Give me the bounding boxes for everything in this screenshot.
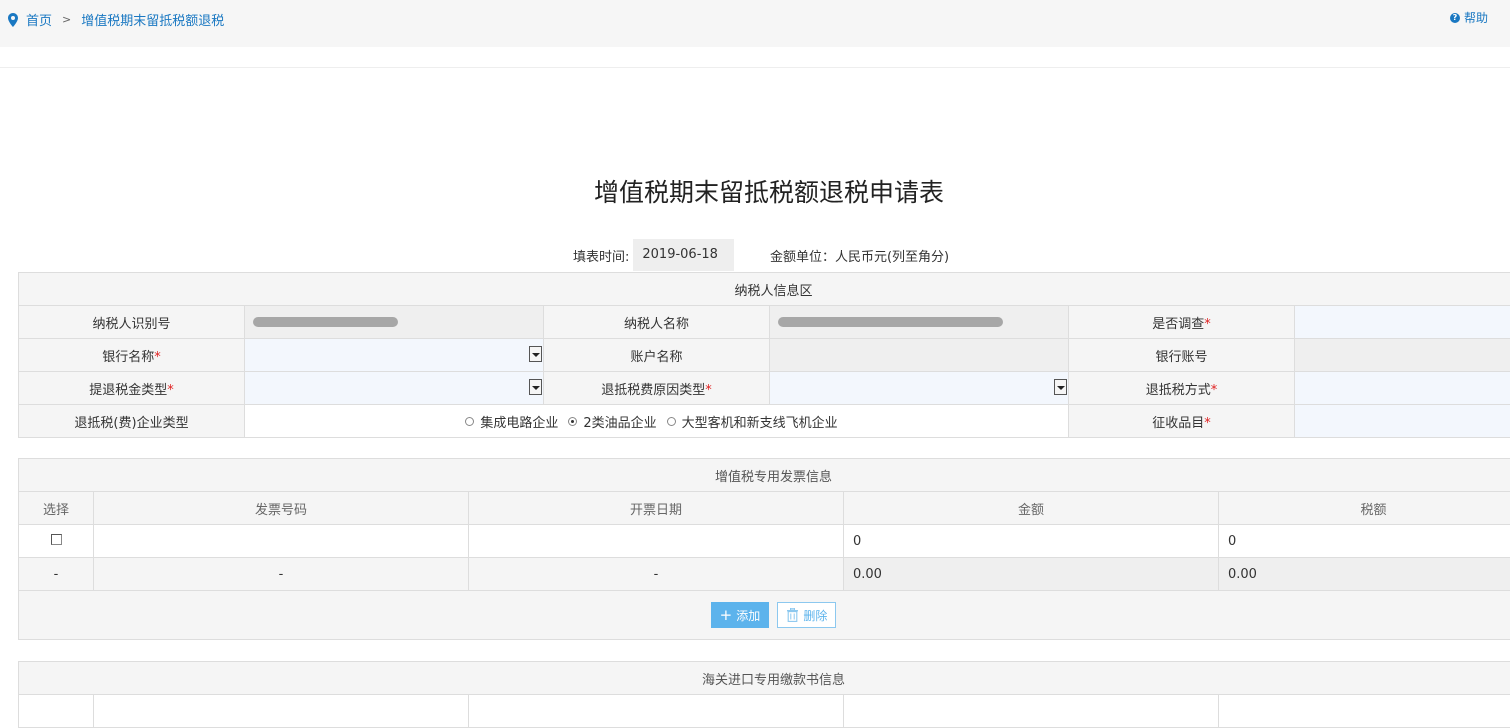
delete-button-label: 删除 <box>803 607 827 624</box>
refund-reason-select[interactable] <box>770 372 1069 405</box>
invoice-section-header: 增值税专用发票信息 <box>19 459 1510 492</box>
enterprise-type-radios: 集成电路企业 2类油品企业 大型客机和新支线飞机企业 <box>245 405 1069 438</box>
enterprise-type-label: 退抵税(费)企业类型 <box>19 405 245 438</box>
taxpayer-id-field <box>245 306 544 339</box>
breadcrumb-home-link[interactable]: 首页 <box>26 10 52 29</box>
radio-oil-products[interactable] <box>568 417 577 426</box>
refund-method-label: 退抵税方式* <box>1069 372 1295 405</box>
help-label: 帮助 <box>1464 9 1488 26</box>
page-title: 增值税期末留抵税额退税申请表 <box>0 173 1510 209</box>
radio-label: 集成电路企业 <box>480 412 558 431</box>
summary-row: - - - 0.00 0.00 <box>19 558 1510 591</box>
add-button[interactable]: + 添加 <box>711 602 770 628</box>
col-invoice-date: 开票日期 <box>469 492 844 525</box>
refund-tax-type-label: 提退税金类型* <box>19 372 245 405</box>
summary-amount: 0.00 <box>844 558 1219 591</box>
bank-account-field <box>1295 339 1510 372</box>
taxpayer-name-label: 纳税人名称 <box>544 306 770 339</box>
top-bar <box>0 0 1510 47</box>
tax-item-select[interactable] <box>1295 405 1510 438</box>
radio-label: 大型客机和新支线飞机企业 <box>682 412 838 431</box>
summary-tax: 0.00 <box>1219 558 1510 591</box>
row-checkbox[interactable] <box>51 534 62 545</box>
customs-table: 海关进口专用缴款书信息 <box>18 661 1510 728</box>
tax-item-label: 征收品目* <box>1069 405 1295 438</box>
form-meta: 填表时间: 2019-06-18 金额单位：人民币元(列至角分) <box>573 239 949 271</box>
invoice-actions: + 添加 删除 <box>19 591 1510 640</box>
col-invoice-number: 发票号码 <box>94 492 469 525</box>
investigation-label: 是否调查* <box>1069 306 1295 339</box>
bank-account-label: 银行账号 <box>1069 339 1295 372</box>
bank-name-select[interactable] <box>245 339 544 372</box>
unit-label: 金额单位：人民币元(列至角分) <box>770 246 949 265</box>
row-select-cell <box>19 525 94 558</box>
radio-aircraft[interactable] <box>667 417 676 426</box>
bank-name-label: 银行名称* <box>19 339 245 372</box>
col-select: 选择 <box>19 492 94 525</box>
invoice-date-input[interactable] <box>469 525 844 558</box>
radio-label: 2类油品企业 <box>583 412 656 431</box>
breadcrumb-separator: > <box>62 13 71 26</box>
trash-icon <box>786 608 799 622</box>
col-amount: 金额 <box>844 492 1219 525</box>
delete-button[interactable]: 删除 <box>777 602 836 628</box>
refund-method-select[interactable] <box>1295 372 1510 405</box>
location-pin-icon <box>8 13 18 27</box>
account-name-field <box>770 339 1069 372</box>
breadcrumb: 首页 > 增值税期末留抵税额退税 <box>8 10 224 29</box>
question-icon: ? <box>1450 13 1460 23</box>
refund-tax-type-select[interactable] <box>245 372 544 405</box>
refund-reason-label: 退抵税费原因类型* <box>544 372 770 405</box>
taxpayer-name-field <box>770 306 1069 339</box>
account-name-label: 账户名称 <box>544 339 770 372</box>
summary-select: - <box>19 558 94 591</box>
date-field[interactable]: 2019-06-18 <box>633 239 734 271</box>
taxpayer-id-label: 纳税人识别号 <box>19 306 245 339</box>
invoice-table: 增值税专用发票信息 选择 发票号码 开票日期 金额 税额 0 0 - - - 0… <box>18 458 1510 640</box>
invoice-number-input[interactable] <box>94 525 469 558</box>
customs-section-header: 海关进口专用缴款书信息 <box>19 662 1510 695</box>
help-link[interactable]: ? 帮助 <box>1450 9 1488 26</box>
taxpayer-info-table: 纳税人信息区 纳税人识别号 纳税人名称 是否调查* 银行名称* 账户名称 银行账… <box>18 272 1510 438</box>
date-label: 填表时间: <box>573 246 629 265</box>
tax-input[interactable]: 0 <box>1219 525 1510 558</box>
summary-date: - <box>469 558 844 591</box>
summary-number: - <box>94 558 469 591</box>
investigation-select[interactable] <box>1295 306 1510 339</box>
table-row: 0 0 <box>19 525 1510 558</box>
dropdown-arrow-icon[interactable] <box>529 346 542 362</box>
plus-icon: + <box>720 608 733 623</box>
radio-integrated-circuit[interactable] <box>465 417 474 426</box>
col-tax: 税额 <box>1219 492 1510 525</box>
dropdown-arrow-icon[interactable] <box>529 379 542 395</box>
redacted-value <box>778 317 1003 327</box>
add-button-label: 添加 <box>736 607 760 624</box>
breadcrumb-current-link[interactable]: 增值税期末留抵税额退税 <box>81 10 224 29</box>
redacted-value <box>253 317 398 327</box>
taxpayer-section-header: 纳税人信息区 <box>19 273 1510 306</box>
divider <box>0 67 1510 68</box>
amount-input[interactable]: 0 <box>844 525 1219 558</box>
dropdown-arrow-icon[interactable] <box>1054 379 1067 395</box>
